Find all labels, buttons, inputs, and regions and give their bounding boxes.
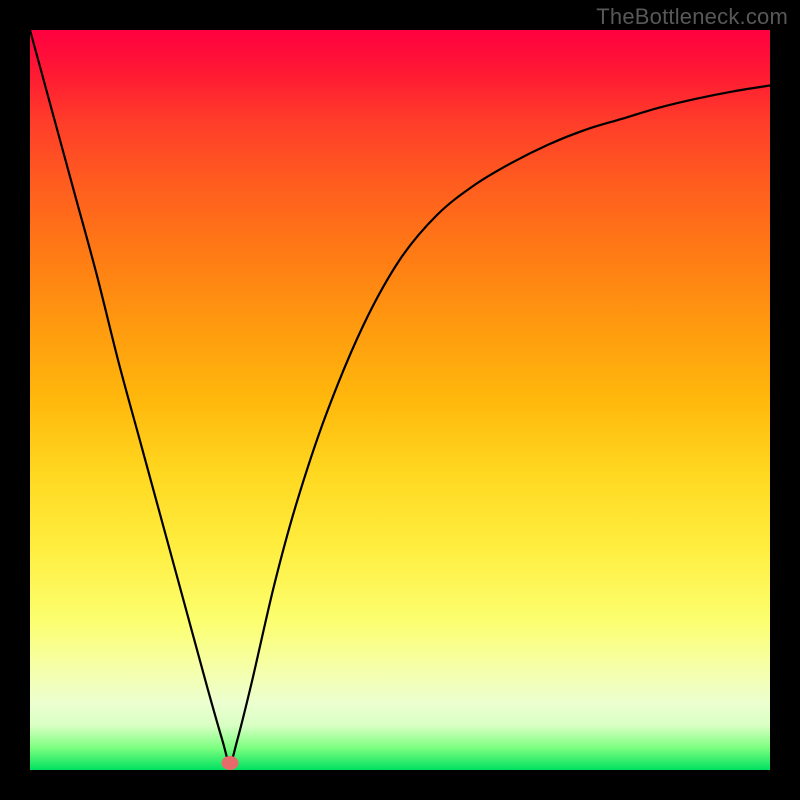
bottleneck-curve bbox=[30, 30, 770, 770]
optimum-marker bbox=[221, 756, 238, 770]
attribution-label: TheBottleneck.com bbox=[596, 4, 788, 30]
plot-area bbox=[30, 30, 770, 770]
chart-frame: TheBottleneck.com bbox=[0, 0, 800, 800]
curve-path bbox=[30, 30, 770, 763]
